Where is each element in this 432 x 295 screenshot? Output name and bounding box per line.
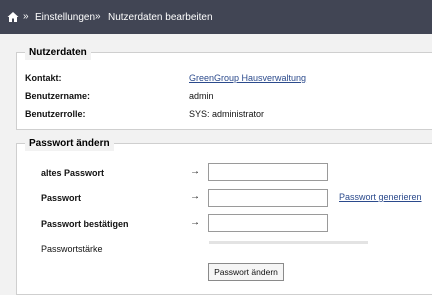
username-label: Benutzername: xyxy=(25,91,91,101)
password-strength-bar xyxy=(209,241,368,244)
home-icon[interactable] xyxy=(7,11,19,23)
confirm-password-label: Passwort bestätigen xyxy=(41,219,129,229)
role-value: SYS: administrator xyxy=(189,109,265,119)
confirm-password-input[interactable] xyxy=(208,214,328,232)
username-value: admin xyxy=(189,91,214,101)
contact-label: Kontakt: xyxy=(25,73,62,83)
password-strength-label: Passwortstärke xyxy=(41,244,103,254)
new-password-label: Passwort xyxy=(41,193,82,203)
top-bar: » Einstellungen » Nutzerdaten bearbeiten xyxy=(0,0,432,34)
old-password-input[interactable] xyxy=(208,163,328,181)
breadcrumb-item-nutzerdaten-bearbeiten: Nutzerdaten bearbeiten xyxy=(108,12,213,23)
user-data-legend: Nutzerdaten xyxy=(25,46,91,60)
old-password-label: altes Passwort xyxy=(41,168,105,178)
breadcrumb-item-einstellungen[interactable]: Einstellungen xyxy=(35,12,95,23)
role-label: Benutzerrolle: xyxy=(25,109,86,119)
contact-link[interactable]: GreenGroup Hausverwaltung xyxy=(189,73,306,83)
change-password-button[interactable]: Passwort ändern xyxy=(208,263,284,281)
generate-password-link[interactable]: Passwort generieren xyxy=(339,192,422,202)
arrow-icon: → xyxy=(190,191,200,202)
new-password-input[interactable] xyxy=(208,189,328,207)
breadcrumb-separator: » xyxy=(95,11,101,22)
arrow-icon: → xyxy=(190,217,200,228)
arrow-icon: → xyxy=(190,166,200,177)
breadcrumb-separator: » xyxy=(23,11,29,22)
password-legend: Passwort ändern xyxy=(25,137,114,151)
